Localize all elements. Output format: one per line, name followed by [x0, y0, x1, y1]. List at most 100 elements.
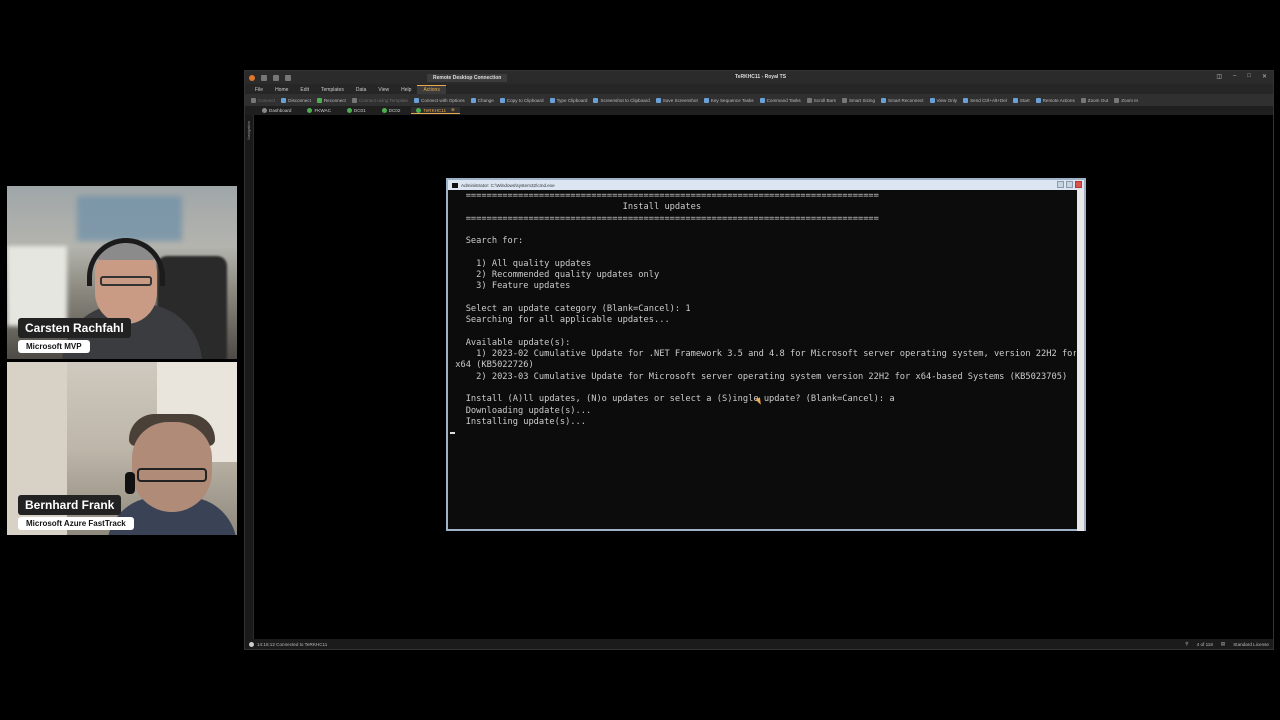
send-cad-button[interactable]: Send Ctrl+Alt+Del: [963, 97, 1007, 103]
start-label: Start: [1019, 97, 1030, 103]
console-line: Searching for all applicable updates...: [450, 315, 670, 326]
scroll-bars-button[interactable]: Scroll Bars: [806, 97, 836, 103]
console-line: ​: [450, 247, 1076, 258]
remote-actions-button[interactable]: Remote Actions: [1035, 97, 1075, 103]
tab-label: FKWAC: [314, 108, 331, 113]
key-sequence-button[interactable]: Key Sequence Tasks: [703, 97, 754, 103]
title-bar: Remote Desktop Connection TeRKHC11 - Roy…: [245, 71, 1273, 84]
console-close-button[interactable]: [1075, 181, 1082, 188]
zoom-in-icon: [1114, 97, 1120, 103]
sizing-icon: [841, 97, 847, 103]
zoom-in-button[interactable]: Zoom In: [1114, 97, 1138, 103]
menu-file[interactable]: File: [249, 86, 269, 94]
console-line: ​: [450, 383, 1076, 394]
quick-access-toolbar: [249, 74, 291, 81]
smart-reconnect-button[interactable]: Smart Reconnect: [881, 97, 924, 103]
smart-sizing-button[interactable]: Smart Sizing: [841, 97, 875, 103]
tab-terkhc11[interactable]: TeRKHC11 ⊗: [411, 107, 460, 114]
console-maximize-button[interactable]: [1066, 181, 1073, 188]
connect-options-button[interactable]: Connect with Options: [414, 97, 465, 103]
window-title: TeRKHC11 - Royal TS: [735, 74, 787, 80]
connect-template-button[interactable]: Connect using Template: [351, 97, 409, 103]
zoom-out-button[interactable]: Zoom Out: [1080, 97, 1108, 103]
cmd-console-window[interactable]: Administrator: C:\Windows\system32\cmd.e…: [446, 178, 1086, 531]
console-window-controls: [1057, 181, 1082, 188]
headset: [87, 238, 165, 286]
save-icon[interactable]: [261, 74, 267, 81]
connect-template-label: Connect using Template: [358, 97, 409, 103]
menu-data[interactable]: Data: [350, 86, 373, 94]
menu-view[interactable]: View: [372, 86, 395, 94]
minimize-button[interactable]: –: [1233, 73, 1236, 80]
change-icon: [470, 97, 476, 103]
reconnect-icon: [316, 97, 322, 103]
console-output[interactable]: ========================================…: [450, 191, 1076, 527]
close-tab-icon[interactable]: ⊗: [451, 107, 455, 113]
tab-fkwac[interactable]: FKWAC: [302, 108, 335, 113]
participant-name: Carsten Rachfahl: [18, 318, 131, 338]
screenshot-clipboard-button[interactable]: Screenshot to Clipboard: [593, 97, 650, 103]
connect-options-label: Connect with Options: [421, 97, 465, 103]
reconnect-button[interactable]: Reconnect: [316, 97, 346, 103]
console-line: 1) 2023-02 Cumulative Update for .NET Fr…: [450, 349, 1076, 360]
close-button[interactable]: ✕: [1262, 73, 1267, 80]
connect-button[interactable]: Connect: [251, 97, 276, 103]
console-line: ========================================…: [450, 213, 879, 224]
text-cursor: [450, 431, 455, 434]
options-icon: [414, 97, 420, 103]
console-scrollbar[interactable]: [1077, 190, 1084, 531]
menu-bar: File Home Edit Templates Data View Help …: [245, 84, 1273, 94]
status-license: Standard License: [1233, 641, 1269, 647]
menu-edit[interactable]: Edit: [294, 86, 315, 94]
screenshot-clipboard-label: Screenshot to Clipboard: [600, 97, 650, 103]
webcam-participant-1: Carsten Rachfahl Microsoft MVP: [7, 186, 237, 359]
console-minimize-button[interactable]: [1057, 181, 1064, 188]
menu-templates[interactable]: Templates: [315, 86, 350, 94]
new-icon[interactable]: [273, 74, 279, 81]
console-line: Available update(s):: [450, 337, 571, 348]
command-tasks-button[interactable]: Command Tasks: [759, 97, 801, 103]
connect-label: Connect: [258, 97, 276, 103]
console-line: Install updates: [450, 202, 702, 213]
restore-layout-button[interactable]: ◫: [1216, 73, 1222, 80]
console-cursor-line: [450, 428, 1076, 439]
copy-clipboard-label: Copy to Clipboard: [506, 97, 544, 103]
console-line: Install (A)ll updates, (N)o updates or s…: [450, 394, 895, 405]
navigation-panel-collapsed[interactable]: Navigation: [245, 115, 254, 639]
type-clipboard-button[interactable]: Type Clipboard: [549, 97, 588, 103]
tab-dashboard[interactable]: Dashboard: [257, 108, 296, 113]
console-line: 3) Feature updates: [450, 281, 571, 292]
menu-help[interactable]: Help: [395, 86, 417, 94]
tab-label: DC01: [353, 108, 366, 113]
maximize-button[interactable]: □: [1247, 73, 1251, 80]
disconnect-button[interactable]: Disconnect: [281, 97, 311, 103]
change-button[interactable]: Change: [470, 97, 494, 103]
tab-label: TeRKHC11: [423, 107, 447, 113]
menu-home[interactable]: Home: [269, 86, 294, 94]
console-line: ​: [450, 327, 1076, 338]
cmd-icon: [452, 182, 458, 188]
view-only-button[interactable]: View Only: [929, 97, 957, 103]
save-screenshot-button[interactable]: Save Screenshot: [655, 97, 698, 103]
start-button[interactable]: Start: [1012, 97, 1030, 103]
tab-dc01[interactable]: DC01: [342, 108, 371, 113]
menu-actions[interactable]: Actions: [417, 85, 446, 94]
webcam-participant-2: Bernhard Frank Microsoft Azure FastTrack: [7, 362, 237, 535]
connected-icon: [381, 108, 387, 113]
connected-icon: [346, 108, 352, 113]
tab-label: DC02: [388, 108, 401, 113]
copy-clipboard-button[interactable]: Copy to Clipboard: [499, 97, 544, 103]
tab-dc02[interactable]: DC02: [377, 108, 406, 113]
app-logo-icon: [249, 74, 255, 81]
participant-role: Microsoft MVP: [18, 340, 90, 353]
disconnect-label: Disconnect: [288, 97, 311, 103]
dropdown-icon[interactable]: [285, 74, 291, 81]
console-title-bar[interactable]: Administrator: C:\Windows\system32\cmd.e…: [448, 180, 1084, 190]
remote-actions-label: Remote Actions: [1042, 97, 1075, 103]
connected-icon: [307, 108, 313, 113]
type-clipboard-label: Type Clipboard: [556, 97, 588, 103]
ribbon-toolbar: Connect Disconnect Reconnect Connect usi…: [245, 94, 1273, 106]
dashboard-icon: [262, 108, 267, 113]
console-line: ========================================…: [450, 191, 879, 201]
save-screenshot-label: Save Screenshot: [662, 97, 698, 103]
